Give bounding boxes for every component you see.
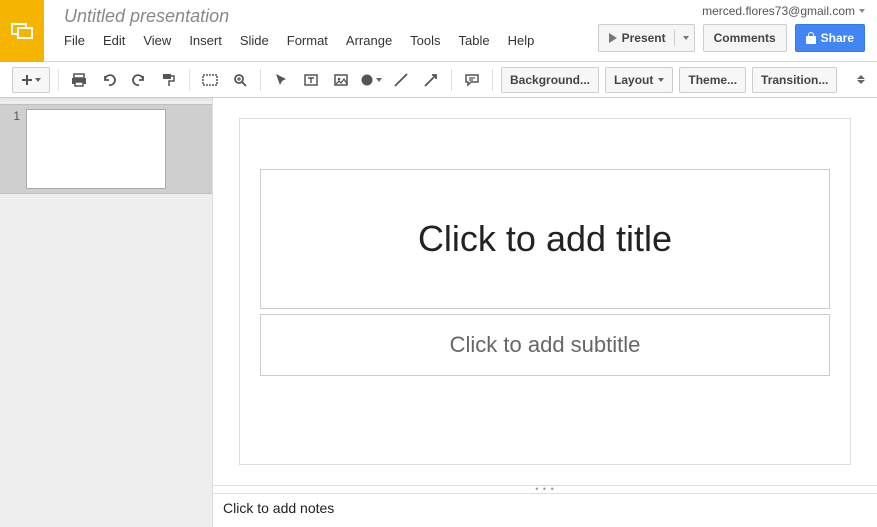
caret-down-icon: [376, 78, 382, 82]
canvas-area: Click to add title Click to add subtitle…: [213, 98, 877, 527]
workspace: 1 Click to add title Click to add subtit…: [0, 98, 877, 527]
chevron-up-icon: [857, 75, 865, 79]
menu-help[interactable]: Help: [508, 33, 535, 48]
user-account[interactable]: merced.flores73@gmail.com: [702, 4, 865, 18]
slide: Click to add title Click to add subtitle: [240, 119, 850, 464]
transition-button[interactable]: Transition...: [752, 67, 837, 93]
user-email-text: merced.flores73@gmail.com: [702, 4, 855, 18]
app-logo: [0, 0, 44, 62]
caret-down-icon: [859, 9, 865, 13]
slides-icon: [10, 19, 34, 43]
undo-button[interactable]: [97, 67, 121, 93]
caret-down-icon: [35, 78, 41, 82]
divider: [189, 69, 190, 91]
canvas-stage[interactable]: Click to add title Click to add subtitle: [213, 98, 877, 485]
menu-arrange[interactable]: Arrange: [346, 33, 392, 48]
zoom-fit-button[interactable]: [198, 67, 222, 93]
select-tool[interactable]: [269, 67, 293, 93]
divider: [492, 69, 493, 91]
thumbnail-preview: [26, 109, 166, 189]
theme-label: Theme...: [688, 73, 737, 87]
menu-view[interactable]: View: [143, 33, 171, 48]
subtitle-placeholder: Click to add subtitle: [450, 332, 641, 358]
play-icon: [609, 33, 617, 43]
present-button[interactable]: Present: [598, 24, 695, 52]
layout-label: Layout: [614, 73, 653, 87]
present-label: Present: [622, 31, 666, 45]
menu-insert[interactable]: Insert: [189, 33, 222, 48]
divider: [260, 69, 261, 91]
toolbar: Background... Layout Theme... Transition…: [0, 62, 877, 98]
new-slide-button[interactable]: [12, 67, 50, 93]
notes-placeholder: Click to add notes: [223, 500, 334, 516]
textbox-tool[interactable]: [299, 67, 323, 93]
menu-format[interactable]: Format: [287, 33, 328, 48]
theme-button[interactable]: Theme...: [679, 67, 746, 93]
share-button[interactable]: Share: [795, 24, 865, 52]
shape-tool[interactable]: [359, 67, 383, 93]
arrow-tool[interactable]: [419, 67, 443, 93]
comment-tool[interactable]: [460, 67, 484, 93]
notes-splitter[interactable]: • • •: [213, 485, 877, 493]
speaker-notes[interactable]: Click to add notes: [213, 493, 877, 527]
slide-number: 1: [8, 109, 20, 123]
menu-edit[interactable]: Edit: [103, 33, 125, 48]
menu-file[interactable]: File: [64, 33, 85, 48]
background-label: Background...: [510, 73, 590, 87]
paint-format-button[interactable]: [157, 67, 181, 93]
app-header: Untitled presentation File Edit View Ins…: [0, 0, 877, 62]
divider: [58, 69, 59, 91]
slide-panel: 1: [0, 98, 213, 527]
layout-button[interactable]: Layout: [605, 67, 673, 93]
separator: [674, 30, 675, 46]
caret-down-icon: [658, 78, 664, 82]
slide-thumbnail-1[interactable]: 1: [0, 104, 212, 194]
subtitle-textbox[interactable]: Click to add subtitle: [260, 314, 830, 376]
comments-button[interactable]: Comments: [703, 24, 787, 52]
title-placeholder: Click to add title: [418, 218, 672, 260]
chevron-down-icon: [857, 80, 865, 84]
transition-label: Transition...: [761, 73, 828, 87]
redo-button[interactable]: [127, 67, 151, 93]
image-tool[interactable]: [329, 67, 353, 93]
title-textbox[interactable]: Click to add title: [260, 169, 830, 309]
divider: [451, 69, 452, 91]
collapse-toolbar-button[interactable]: [857, 75, 865, 84]
line-tool[interactable]: [389, 67, 413, 93]
print-button[interactable]: [67, 67, 91, 93]
share-label: Share: [821, 31, 854, 45]
menu-slide[interactable]: Slide: [240, 33, 269, 48]
zoom-button[interactable]: [228, 67, 252, 93]
background-button[interactable]: Background...: [501, 67, 599, 93]
lock-icon: [806, 32, 816, 44]
comments-label: Comments: [714, 31, 776, 45]
menu-table[interactable]: Table: [459, 33, 490, 48]
caret-down-icon: [683, 36, 689, 40]
menu-tools[interactable]: Tools: [410, 33, 440, 48]
